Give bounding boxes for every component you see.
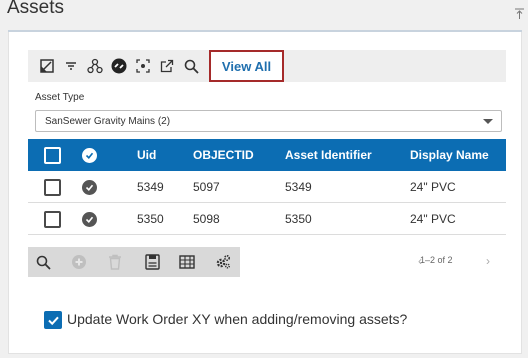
update-xy-label[interactable]: Update Work Order XY when adding/removin… bbox=[67, 311, 407, 327]
settings-icon[interactable] bbox=[215, 254, 231, 270]
open-external-icon[interactable] bbox=[159, 58, 175, 74]
focus-select-icon[interactable] bbox=[135, 58, 151, 74]
table-icon[interactable] bbox=[179, 254, 195, 270]
link-icon[interactable] bbox=[111, 58, 127, 74]
pin-icon[interactable] bbox=[515, 8, 524, 20]
view-all-button[interactable]: View All bbox=[209, 50, 284, 82]
zoom-icon[interactable] bbox=[35, 254, 51, 270]
panel-title: Assets bbox=[7, 0, 65, 18]
delete-icon bbox=[107, 254, 123, 270]
pager-next-icon[interactable]: › bbox=[486, 254, 490, 268]
save-icon[interactable] bbox=[144, 254, 160, 270]
column-header-asset-identifier[interactable]: Asset Identifier bbox=[285, 139, 372, 171]
cell-objectid: 5097 bbox=[193, 180, 220, 194]
column-header-objectid[interactable]: OBJECTID bbox=[193, 139, 254, 171]
network-trace-icon[interactable] bbox=[87, 58, 103, 74]
check-circle-icon bbox=[82, 179, 97, 195]
cell-asset-identifier: 5349 bbox=[285, 180, 312, 194]
check-circle-icon bbox=[82, 147, 97, 163]
add-icon bbox=[71, 254, 87, 270]
select-all-checkbox[interactable] bbox=[44, 146, 61, 164]
search-icon[interactable] bbox=[183, 58, 199, 74]
asset-type-value: SanSewer Gravity Mains (2) bbox=[45, 116, 171, 127]
table-header: Uid OBJECTID Asset Identifier Display Na… bbox=[28, 139, 506, 171]
map-edit-icon[interactable] bbox=[39, 58, 55, 74]
assets-table: Uid OBJECTID Asset Identifier Display Na… bbox=[28, 139, 506, 235]
row-checkbox[interactable] bbox=[44, 210, 61, 228]
row-checkbox[interactable] bbox=[44, 178, 61, 196]
cell-objectid: 5098 bbox=[193, 212, 220, 226]
cell-uid: 5350 bbox=[137, 212, 164, 226]
table-row[interactable]: 5350 5098 5350 24" PVC bbox=[28, 203, 506, 235]
update-xy-checkbox[interactable] bbox=[44, 311, 62, 329]
cell-uid: 5349 bbox=[137, 180, 164, 194]
cell-display-name: 24" PVC bbox=[410, 180, 456, 194]
table-row[interactable]: 5349 5097 5349 24" PVC bbox=[28, 171, 506, 203]
filter-icon[interactable] bbox=[63, 58, 79, 74]
cell-asset-identifier: 5350 bbox=[285, 212, 312, 226]
grid-actions-toolbar bbox=[28, 247, 240, 277]
pager-text: 1–2 of 2 bbox=[420, 255, 453, 265]
column-header-uid[interactable]: Uid bbox=[137, 139, 156, 171]
column-header-display-name[interactable]: Display Name bbox=[410, 139, 489, 171]
cell-display-name: 24" PVC bbox=[410, 212, 456, 226]
asset-type-label: Asset Type bbox=[35, 92, 85, 103]
check-circle-icon bbox=[82, 211, 97, 227]
asset-type-select[interactable]: SanSewer Gravity Mains (2) bbox=[35, 110, 502, 132]
chevron-down-icon bbox=[483, 119, 493, 124]
